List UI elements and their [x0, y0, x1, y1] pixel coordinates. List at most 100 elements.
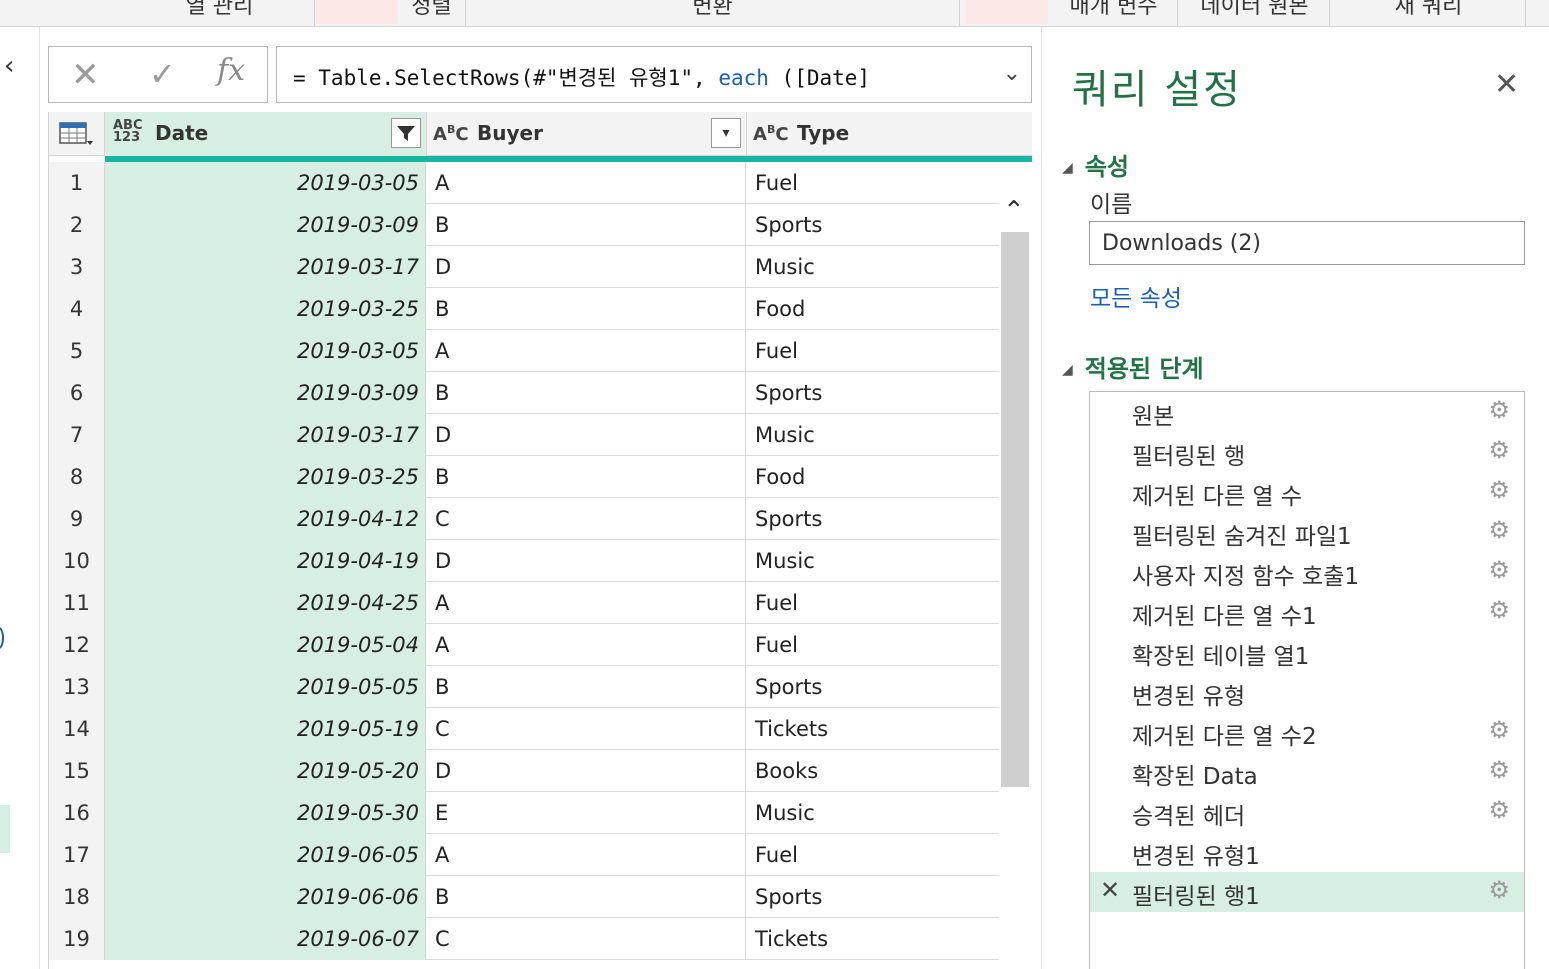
cell-type[interactable]: Sports	[747, 666, 999, 708]
cell-date[interactable]: 2019-03-05	[105, 330, 426, 372]
table-row[interactable]: 19 2019-06-07 C Tickets	[49, 918, 999, 960]
ribbon-group-sort[interactable]: 정렬	[398, 0, 466, 26]
cell-date[interactable]: 2019-06-07	[105, 918, 426, 960]
table-row[interactable]: 11 2019-04-25 A Fuel	[49, 582, 999, 624]
table-row[interactable]: 1 2019-03-05 A Fuel	[49, 162, 999, 204]
ribbon-group-transform[interactable]: 변환	[466, 0, 960, 26]
cell-buyer[interactable]: D	[427, 414, 746, 456]
check-icon[interactable]: ✓	[149, 55, 176, 93]
row-number[interactable]: 4	[49, 288, 105, 330]
all-properties-link[interactable]: 모든 속성	[1090, 279, 1182, 313]
applied-step[interactable]: 확장된 테이블 열1	[1090, 632, 1524, 672]
cell-buyer[interactable]: B	[427, 876, 746, 918]
row-number[interactable]: 3	[49, 246, 105, 288]
gear-icon[interactable]: ⚙	[1488, 516, 1510, 544]
table-row[interactable]: 4 2019-03-25 B Food	[49, 288, 999, 330]
cell-date[interactable]: 2019-04-19	[105, 540, 426, 582]
filter-icon[interactable]	[391, 118, 421, 148]
gear-icon[interactable]: ⚙	[1488, 556, 1510, 584]
applied-step[interactable]: 승격된 헤더 ⚙	[1090, 792, 1524, 832]
row-number[interactable]: 17	[49, 834, 105, 876]
formula-text[interactable]: = Table.SelectRows(#"변경된 유형1", each ([Da…	[293, 62, 870, 92]
table-row[interactable]: 13 2019-05-05 B Sports	[49, 666, 999, 708]
cell-type[interactable]: Sports	[747, 204, 999, 246]
cell-buyer[interactable]: D	[427, 750, 746, 792]
row-number[interactable]: 13	[49, 666, 105, 708]
gear-icon[interactable]: ⚙	[1488, 476, 1510, 504]
applied-step[interactable]: 사용자 지정 함수 호출1 ⚙	[1090, 552, 1524, 592]
row-number[interactable]: 2	[49, 204, 105, 246]
gear-icon[interactable]: ⚙	[1488, 876, 1510, 904]
cell-buyer[interactable]: C	[427, 498, 746, 540]
applied-step[interactable]: ✕ 필터링된 행1 ⚙	[1090, 872, 1524, 912]
formula-bar[interactable]: = Table.SelectRows(#"변경된 유형1", each ([Da…	[276, 46, 1032, 103]
cell-type[interactable]: Fuel	[747, 582, 999, 624]
applied-step[interactable]: 필터링된 행 ⚙	[1090, 432, 1524, 472]
row-number[interactable]: 5	[49, 330, 105, 372]
row-number[interactable]: 7	[49, 414, 105, 456]
gear-icon[interactable]: ⚙	[1488, 436, 1510, 464]
fx-label[interactable]: fx	[217, 53, 245, 88]
cell-buyer[interactable]: E	[427, 792, 746, 834]
cell-type[interactable]: Fuel	[747, 162, 999, 204]
applied-steps-section-header[interactable]: ◢ 적용된 단계	[1062, 349, 1204, 384]
cell-date[interactable]: 2019-05-20	[105, 750, 426, 792]
cell-date[interactable]: 2019-03-09	[105, 372, 426, 414]
cell-date[interactable]: 2019-06-06	[105, 876, 426, 918]
cell-date[interactable]: 2019-04-25	[105, 582, 426, 624]
table-row[interactable]: 10 2019-04-19 D Music	[49, 540, 999, 582]
applied-step[interactable]: 제거된 다른 열 수 ⚙	[1090, 472, 1524, 512]
cell-date[interactable]: 2019-05-04	[105, 624, 426, 666]
query-name-input[interactable]	[1089, 221, 1525, 265]
table-row[interactable]: 8 2019-03-25 B Food	[49, 456, 999, 498]
applied-step[interactable]: 변경된 유형1	[1090, 832, 1524, 872]
gear-icon[interactable]: ⚙	[1488, 796, 1510, 824]
cell-date[interactable]: 2019-03-25	[105, 288, 426, 330]
cell-date[interactable]: 2019-05-19	[105, 708, 426, 750]
row-number[interactable]: 18	[49, 876, 105, 918]
cell-type[interactable]: Sports	[747, 498, 999, 540]
cell-date[interactable]: 2019-06-05	[105, 834, 426, 876]
cell-date[interactable]: 2019-03-17	[105, 414, 426, 456]
cell-type[interactable]: Fuel	[747, 624, 999, 666]
applied-step[interactable]: 필터링된 숨겨진 파일1 ⚙	[1090, 512, 1524, 552]
applied-step[interactable]: 원본 ⚙	[1090, 392, 1524, 432]
gear-icon[interactable]: ⚙	[1488, 716, 1510, 744]
table-row[interactable]: 2 2019-03-09 B Sports	[49, 204, 999, 246]
delete-step-icon[interactable]: ✕	[1100, 876, 1120, 904]
column-header-buyer[interactable]: ABC Buyer ▾	[427, 112, 747, 156]
properties-section-header[interactable]: ◢ 속성	[1062, 147, 1129, 182]
column-header-type[interactable]: ABC Type	[747, 112, 1032, 156]
cell-buyer[interactable]: C	[427, 708, 746, 750]
table-row[interactable]: 9 2019-04-12 C Sports	[49, 498, 999, 540]
cell-date[interactable]: 2019-03-17	[105, 246, 426, 288]
applied-step[interactable]: 제거된 다른 열 수2 ⚙	[1090, 712, 1524, 752]
table-row[interactable]: 5 2019-03-05 A Fuel	[49, 330, 999, 372]
table-row[interactable]: 6 2019-03-09 B Sports	[49, 372, 999, 414]
cell-date[interactable]: 2019-04-12	[105, 498, 426, 540]
cell-buyer[interactable]: C	[427, 918, 746, 960]
cell-buyer[interactable]: D	[427, 246, 746, 288]
cell-type[interactable]: Sports	[747, 876, 999, 918]
applied-step[interactable]: 변경된 유형	[1090, 672, 1524, 712]
ribbon-group-new-query[interactable]: 새 쿼리	[1332, 0, 1526, 26]
table-row[interactable]: 15 2019-05-20 D Books	[49, 750, 999, 792]
cell-buyer[interactable]: A	[427, 162, 746, 204]
cell-buyer[interactable]: B	[427, 666, 746, 708]
table-menu-button[interactable]	[49, 112, 105, 156]
cell-type[interactable]: Fuel	[747, 834, 999, 876]
row-number[interactable]: 9	[49, 498, 105, 540]
chevron-left-icon[interactable]: ‹	[4, 51, 14, 81]
cell-buyer[interactable]: B	[427, 456, 746, 498]
cell-date[interactable]: 2019-03-25	[105, 456, 426, 498]
ribbon-group-manage-columns[interactable]: 열 관리	[125, 0, 315, 26]
cell-type[interactable]: Music	[747, 792, 999, 834]
cell-type[interactable]: Food	[747, 456, 999, 498]
row-number[interactable]: 14	[49, 708, 105, 750]
applied-step[interactable]: 제거된 다른 열 수1 ⚙	[1090, 592, 1524, 632]
cell-type[interactable]: Books	[747, 750, 999, 792]
row-number[interactable]: 6	[49, 372, 105, 414]
gear-icon[interactable]: ⚙	[1488, 396, 1510, 424]
cell-type[interactable]: Fuel	[747, 330, 999, 372]
row-number[interactable]: 11	[49, 582, 105, 624]
